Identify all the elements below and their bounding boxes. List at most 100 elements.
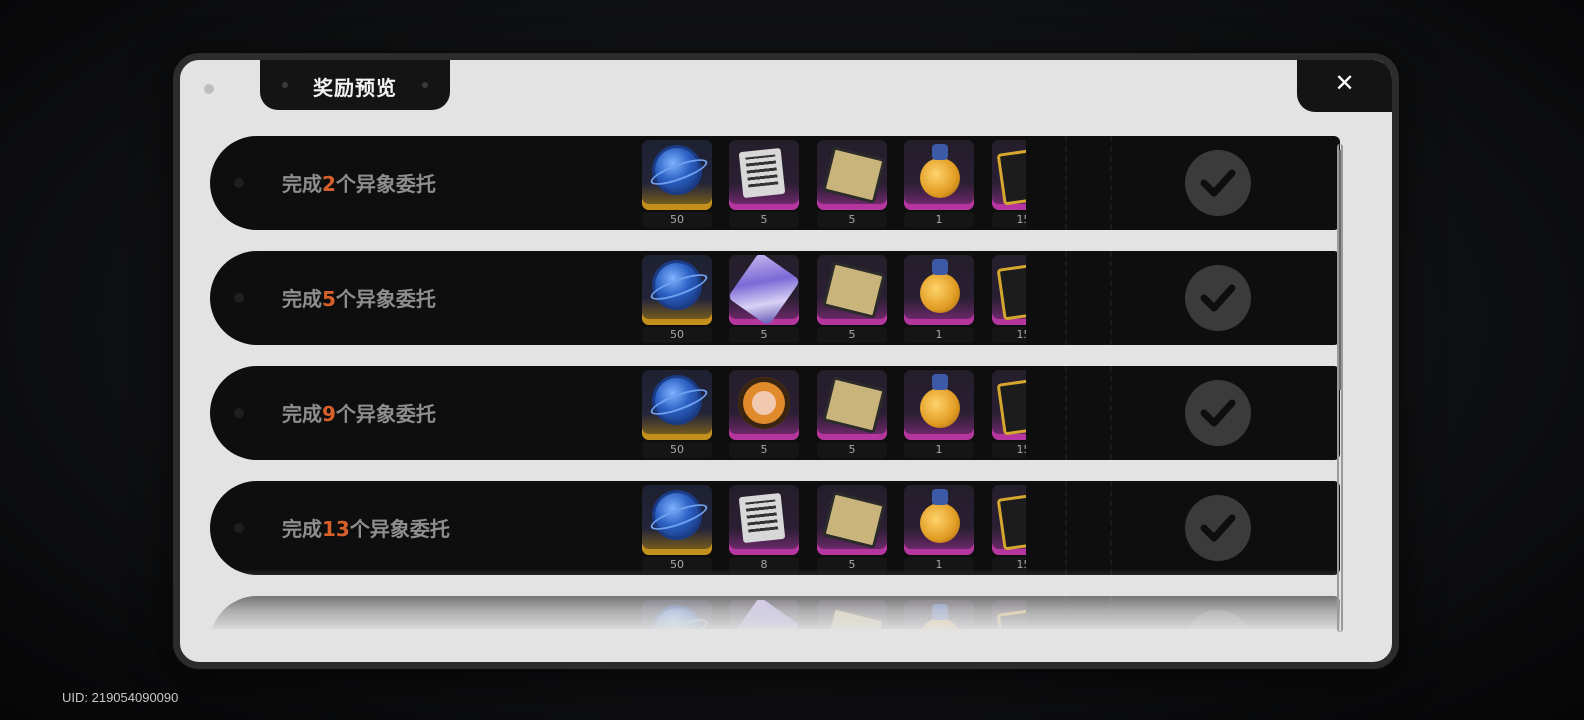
- reward-item[interactable]: [904, 600, 974, 629]
- reward-items: 50 8 5 1 150: [642, 485, 1026, 573]
- card-icon: [996, 146, 1026, 206]
- row-divider: [1065, 596, 1067, 629]
- reward-item[interactable]: 5: [817, 255, 887, 343]
- reward-item[interactable]: 5: [729, 140, 799, 228]
- reward-item-qty: 1: [904, 557, 974, 573]
- flask-icon: [920, 144, 960, 198]
- bolt-icon: [729, 255, 799, 325]
- map-icon: [822, 146, 886, 204]
- corner-dot: [204, 84, 214, 94]
- reward-item-qty: 5: [729, 212, 799, 228]
- row-label-suffix: 个异象委托: [335, 402, 436, 426]
- reward-item-frame: [642, 370, 712, 440]
- reward-item[interactable]: 5: [817, 140, 887, 228]
- title-tab: 奖励预览: [260, 60, 450, 110]
- reward-item[interactable]: [642, 600, 712, 629]
- reward-row: 完成9个异象委托 50 5 5 1 150: [210, 366, 1340, 460]
- reward-item-qty: 50: [642, 442, 712, 458]
- reward-item[interactable]: 150: [992, 370, 1026, 458]
- row-divider: [1110, 596, 1112, 629]
- reward-item-frame: [992, 255, 1026, 325]
- reward-item-qty: 150: [992, 212, 1026, 228]
- scrollbar[interactable]: [1337, 144, 1343, 632]
- reward-item[interactable]: 5: [729, 255, 799, 343]
- globe-icon: [655, 493, 699, 537]
- close-button[interactable]: ✕: [1297, 60, 1392, 112]
- reward-item-frame: [904, 140, 974, 210]
- reward-item-frame: [817, 255, 887, 325]
- row-label-prefix: 完成: [282, 517, 322, 541]
- reward-item-frame: [642, 485, 712, 555]
- reward-item[interactable]: 50: [642, 140, 712, 228]
- card-icon: [996, 491, 1026, 551]
- reward-item[interactable]: 1: [904, 485, 974, 573]
- card-icon: [996, 606, 1026, 629]
- flask-icon: [920, 374, 960, 428]
- reward-item-frame: [992, 600, 1026, 629]
- row-divider: [1065, 136, 1067, 230]
- reward-item[interactable]: 1: [904, 140, 974, 228]
- flask-icon: [920, 489, 960, 543]
- reward-item[interactable]: 5: [817, 370, 887, 458]
- reward-item[interactable]: 50: [642, 370, 712, 458]
- scrollbar-thumb[interactable]: [1339, 150, 1341, 390]
- row-nub: [234, 408, 244, 418]
- row-divider: [1110, 366, 1112, 460]
- reward-item[interactable]: [729, 600, 799, 629]
- row-label-prefix: 完成: [282, 172, 322, 196]
- reward-item[interactable]: 50: [642, 485, 712, 573]
- globe-icon: [655, 378, 699, 422]
- reward-item-frame: [729, 370, 799, 440]
- row-label: 完成5个异象委托: [282, 283, 436, 312]
- reward-item[interactable]: 150: [992, 140, 1026, 228]
- globe-icon: [655, 148, 699, 192]
- ticket-icon: [738, 492, 786, 544]
- close-icon[interactable]: ✕: [1297, 68, 1392, 98]
- check-icon: [1185, 380, 1251, 446]
- row-label-count: 2: [322, 172, 336, 196]
- row-label-count: 5: [322, 287, 336, 311]
- reward-item-qty: 1: [904, 327, 974, 343]
- check-icon: [1185, 265, 1251, 331]
- reward-item[interactable]: 50: [642, 255, 712, 343]
- reward-row: [210, 596, 1340, 629]
- row-divider: [1065, 481, 1067, 575]
- reward-item[interactable]: 8: [729, 485, 799, 573]
- reward-item-qty: 50: [642, 557, 712, 573]
- reward-list[interactable]: 完成2个异象委托50551150完成5个异象委托50551150完成9个异象委托…: [210, 136, 1340, 629]
- reward-item[interactable]: 150: [992, 255, 1026, 343]
- reward-item-frame: [992, 370, 1026, 440]
- reward-item[interactable]: 150: [992, 485, 1026, 573]
- row-divider: [1065, 366, 1067, 460]
- row-label-suffix: 个异象委托: [349, 517, 450, 541]
- row-divider: [1110, 251, 1112, 345]
- reward-item[interactable]: [992, 600, 1026, 629]
- reward-row: 完成5个异象委托 50 5 5 1 150: [210, 251, 1340, 345]
- reward-item[interactable]: [817, 600, 887, 629]
- reward-item-qty: 50: [642, 327, 712, 343]
- reward-item-qty: 150: [992, 327, 1026, 343]
- bolt-icon: [729, 600, 799, 629]
- map-icon: [822, 261, 886, 319]
- reward-item[interactable]: 1: [904, 255, 974, 343]
- reward-item-frame: [729, 140, 799, 210]
- reward-item-qty: 5: [729, 327, 799, 343]
- reward-item-frame: [642, 255, 712, 325]
- reward-item-frame: [904, 600, 974, 629]
- reward-row: 完成2个异象委托 50 5 5 1 150: [210, 136, 1340, 230]
- reward-item-frame: [642, 140, 712, 210]
- reward-item[interactable]: 5: [817, 485, 887, 573]
- reward-item-frame: [817, 370, 887, 440]
- reward-item-frame: [992, 485, 1026, 555]
- row-label-prefix: 完成: [282, 287, 322, 311]
- reward-item-qty: 1: [904, 442, 974, 458]
- reward-item-qty: 5: [817, 327, 887, 343]
- reward-item[interactable]: 1: [904, 370, 974, 458]
- reward-item-frame: [642, 600, 712, 629]
- row-label-count: 9: [322, 402, 336, 426]
- badge-icon: [738, 377, 790, 429]
- reward-item-frame: [904, 485, 974, 555]
- reward-item-qty: 50: [642, 212, 712, 228]
- reward-item[interactable]: 5: [729, 370, 799, 458]
- reward-item-frame: [729, 255, 799, 325]
